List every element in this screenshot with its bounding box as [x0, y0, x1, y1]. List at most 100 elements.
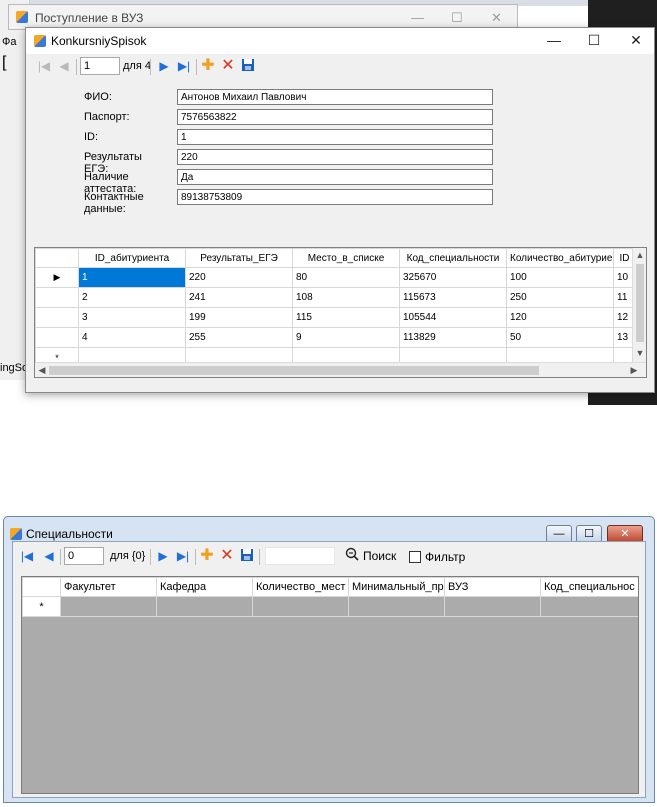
attestat-field[interactable] — [177, 169, 493, 185]
table-row[interactable]: 2 241 108 115673 250 11 — [35, 287, 636, 308]
column-header[interactable]: Код_специальнос — [540, 577, 638, 597]
minimize-icon[interactable]: — — [539, 32, 569, 48]
search-input[interactable] — [265, 547, 335, 565]
vertical-scrollbar[interactable]: ▲ ▼ — [632, 248, 646, 362]
filter-checkbox[interactable] — [409, 551, 421, 563]
search-button-label[interactable]: Поиск — [363, 549, 396, 563]
contacts-field[interactable] — [177, 189, 493, 205]
table-cell[interactable]: 100 — [506, 267, 614, 288]
table-cell[interactable]: 9 — [292, 327, 400, 348]
table-cell[interactable]: 4 — [78, 327, 186, 348]
current-row-marker[interactable]: ▶ — [35, 267, 79, 288]
separator — [60, 549, 61, 565]
table-cell[interactable]: 105544 — [399, 307, 507, 328]
column-header[interactable]: Количество_мест — [252, 577, 349, 597]
ege-field[interactable] — [177, 149, 493, 165]
close-icon[interactable]: ✕ — [491, 10, 502, 26]
grid-table: Факультет Кафедра Количество_мест Минима… — [22, 577, 638, 617]
table-row[interactable]: 3 199 115 105544 120 12 — [35, 307, 636, 328]
column-header[interactable]: Результаты_ЕГЭ — [185, 248, 293, 268]
passport-label: Паспорт: — [84, 111, 130, 123]
move-previous-icon[interactable]: ◀ — [41, 548, 57, 564]
row-header[interactable] — [35, 307, 79, 328]
separator — [150, 549, 151, 565]
column-header[interactable]: Факультет — [60, 577, 157, 597]
konkurs-window[interactable]: KonkursniySpisok — ☐ ✕ |◀ ◀ для 4 ▶ ▶| ✚… — [25, 27, 655, 393]
add-icon[interactable]: ✚ — [199, 547, 215, 564]
table-cell[interactable]: 108 — [292, 287, 400, 308]
add-icon[interactable]: ✚ — [200, 57, 216, 74]
specialties-window[interactable]: Специальности — ☐ ✕ |◀ ◀ для {0} ▶ ▶| ✚ … — [3, 516, 655, 803]
move-last-icon[interactable]: ▶| — [176, 58, 192, 74]
table-cell[interactable]: 113829 — [399, 327, 507, 348]
save-icon[interactable] — [240, 57, 256, 73]
table-cell[interactable]: 3 — [78, 307, 186, 328]
move-previous-icon[interactable]: ◀ — [56, 58, 72, 74]
specialties-data-grid[interactable]: Факультет Кафедра Количество_мест Минима… — [21, 576, 639, 794]
column-header[interactable]: ID_абитуриента — [78, 248, 186, 268]
search-icon[interactable] — [345, 547, 359, 564]
new-row[interactable]: * — [22, 596, 638, 617]
column-header[interactable]: ВУЗ — [444, 577, 541, 597]
scroll-down-icon[interactable]: ▼ — [633, 348, 646, 358]
window-title: Поступление в ВУЗ — [35, 11, 144, 25]
passport-field[interactable] — [177, 109, 493, 125]
table-cell[interactable]: 120 — [506, 307, 614, 328]
table-cell[interactable]: 115673 — [399, 287, 507, 308]
save-icon[interactable] — [239, 547, 255, 563]
column-header[interactable]: Количество_абитуриен — [506, 248, 614, 268]
count-label: для {0} — [110, 550, 146, 562]
scroll-up-icon[interactable]: ▲ — [633, 250, 646, 260]
table-cell[interactable]: 1 — [78, 267, 186, 288]
maximize-icon[interactable]: ☐ — [451, 10, 463, 26]
delete-icon[interactable]: ✕ — [219, 547, 235, 564]
row-header[interactable] — [35, 287, 79, 308]
scroll-left-icon[interactable]: ◀ — [37, 365, 47, 376]
delete-icon[interactable]: ✕ — [220, 57, 236, 74]
table-cell[interactable]: 80 — [292, 267, 400, 288]
scroll-thumb[interactable] — [636, 264, 644, 342]
table-cell[interactable]: 241 — [185, 287, 293, 308]
title-bar[interactable]: KonkursniySpisok — ☐ ✕ — [26, 28, 654, 54]
column-header[interactable]: Кафедра — [156, 577, 253, 597]
header-row: ID_абитуриента Результаты_ЕГЭ Место_в_сп… — [35, 248, 636, 268]
table-cell[interactable]: 2 — [78, 287, 186, 308]
table-cell[interactable]: 250 — [506, 287, 614, 308]
horizontal-scrollbar[interactable]: ◀ ▶ — [35, 362, 646, 377]
table-cell[interactable]: 255 — [185, 327, 293, 348]
table-cell[interactable]: 220 — [185, 267, 293, 288]
table-row[interactable]: ▶ 1 220 80 325670 100 10 — [35, 267, 636, 288]
window-title: KonkursniySpisok — [51, 34, 147, 48]
row-header[interactable] — [35, 327, 79, 348]
move-next-icon[interactable]: ▶ — [156, 58, 172, 74]
scroll-thumb[interactable] — [49, 366, 539, 375]
move-first-icon[interactable]: |◀ — [19, 548, 35, 564]
column-header[interactable]: Минимальный_пр — [348, 577, 445, 597]
move-last-icon[interactable]: ▶| — [175, 548, 191, 564]
maximize-icon[interactable]: ☐ — [579, 32, 609, 49]
filter-label[interactable]: Фильтр — [425, 550, 465, 564]
table-cell[interactable]: 115 — [292, 307, 400, 328]
column-header[interactable]: Код_специальности — [399, 248, 507, 268]
table-row[interactable]: 4 255 9 113829 50 13 — [35, 327, 636, 348]
new-row-marker[interactable]: * — [22, 596, 61, 617]
separator — [76, 59, 77, 75]
move-next-icon[interactable]: ▶ — [155, 548, 171, 564]
fio-field[interactable] — [177, 89, 493, 105]
position-input[interactable] — [64, 547, 104, 565]
separator — [195, 549, 196, 565]
table-cell[interactable]: 199 — [185, 307, 293, 328]
grid-table: ID_абитуриента Результаты_ЕГЭ Место_в_сп… — [35, 248, 636, 368]
scroll-right-icon[interactable]: ▶ — [629, 365, 639, 376]
konkurs-data-grid[interactable]: ID_абитуриента Результаты_ЕГЭ Место_в_сп… — [34, 247, 647, 378]
column-header[interactable]: Место_в_списке — [292, 248, 400, 268]
minimize-icon[interactable]: — — [411, 10, 424, 25]
position-input[interactable] — [80, 57, 120, 75]
table-cell[interactable]: 325670 — [399, 267, 507, 288]
bg-text-fragment: [ — [2, 54, 7, 71]
table-cell[interactable]: 50 — [506, 327, 614, 348]
move-first-icon[interactable]: |◀ — [36, 58, 52, 74]
close-icon[interactable]: ✕ — [621, 32, 651, 49]
id-field[interactable] — [177, 129, 493, 145]
separator — [150, 59, 151, 75]
